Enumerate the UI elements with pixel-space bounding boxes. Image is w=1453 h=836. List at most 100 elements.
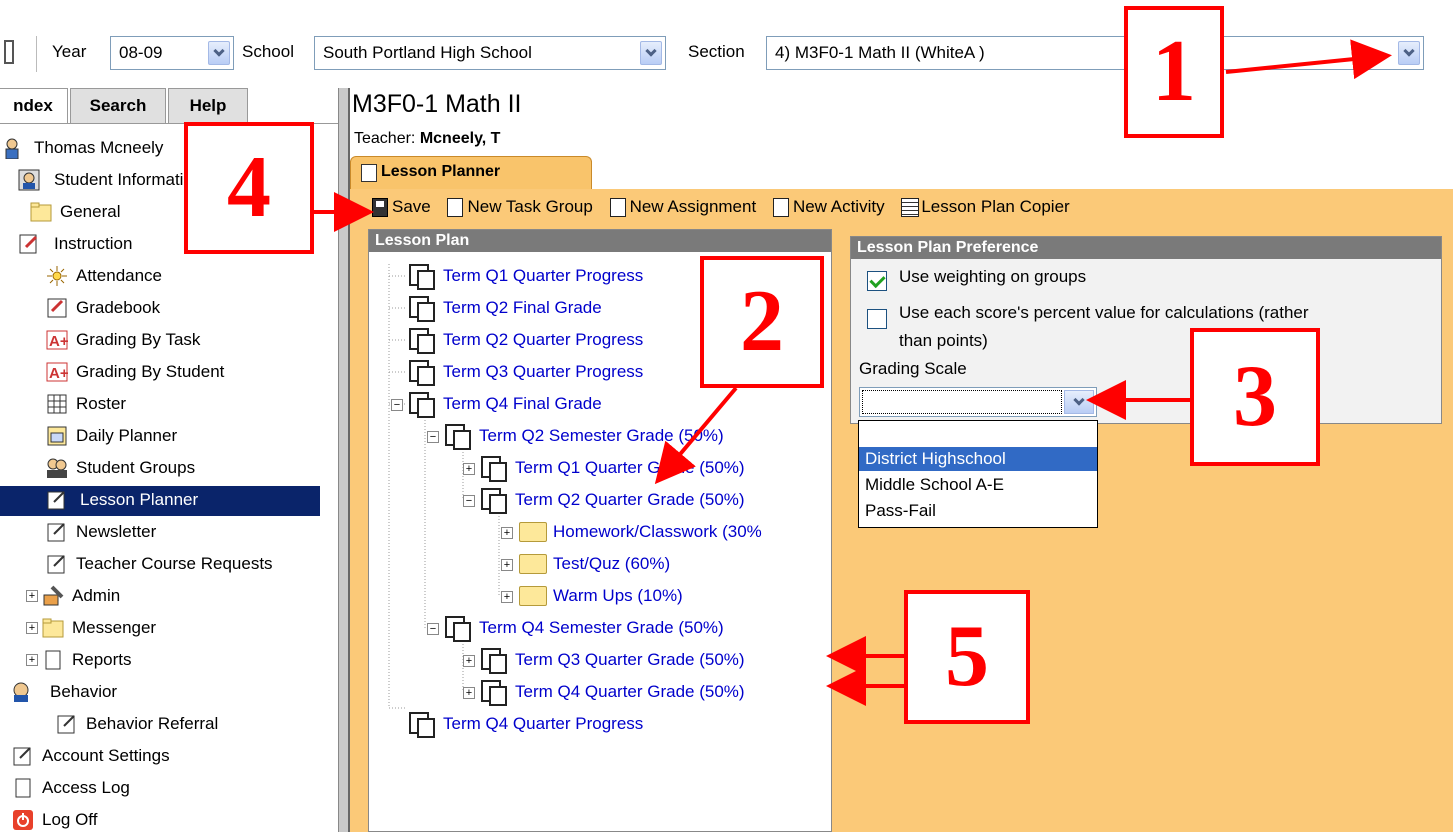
expand-icon[interactable]: + <box>463 655 475 667</box>
task-page-icon <box>409 296 435 322</box>
student-info-icon <box>18 169 40 191</box>
task-page-icon <box>409 392 435 418</box>
option-middle-school[interactable]: Middle School A-E <box>859 473 1097 497</box>
action-toolbar: Save New Task Group New Assignment New A… <box>370 197 1080 223</box>
grading-scale-select[interactable] <box>859 387 1097 417</box>
toolbar-divider <box>36 36 38 72</box>
page-title: M3F0-1 Math II <box>352 90 522 118</box>
chevron-down-icon[interactable] <box>208 41 230 65</box>
year-label: Year <box>52 42 87 61</box>
school-value: South Portland High School <box>323 43 532 62</box>
option-empty[interactable] <box>859 423 1097 447</box>
note-icon <box>46 489 68 511</box>
lesson-plan-header: Lesson Plan <box>369 230 831 252</box>
year-select[interactable]: 08-09 <box>110 36 234 70</box>
option-district-highschool[interactable]: District Highschool <box>859 447 1097 471</box>
tab-search[interactable]: Search <box>70 88 166 124</box>
instruction-icon <box>18 233 40 255</box>
collapse-icon[interactable]: − <box>463 495 475 507</box>
callout-5: 5 <box>904 590 1030 724</box>
sidebar-tabs: ndex Search Help <box>0 88 338 124</box>
collapse-icon[interactable]: − <box>427 431 439 443</box>
copy-icon <box>901 198 920 217</box>
person-icon <box>4 137 26 160</box>
callout-3: 3 <box>1190 328 1320 466</box>
page-icon <box>772 198 789 217</box>
lesson-plan-copier-button[interactable]: Lesson Plan Copier <box>899 197 1070 217</box>
task-page-icon <box>481 456 507 482</box>
grading-scale-dropdown: District Highschool Middle School A-E Pa… <box>858 420 1098 528</box>
task-page-icon <box>409 328 435 354</box>
tab-index[interactable]: ndex <box>0 88 68 124</box>
page-icon <box>42 649 64 671</box>
menu-icon[interactable] <box>4 40 14 64</box>
new-task-group-button[interactable]: New Task Group <box>445 197 593 217</box>
school-select[interactable]: South Portland High School <box>314 36 666 70</box>
gradebook-icon <box>46 297 68 319</box>
task-page-icon <box>409 264 435 290</box>
weighting-label: Use weighting on groups <box>899 267 1087 286</box>
tab-lesson-planner[interactable]: Lesson Planner <box>350 156 592 190</box>
folder-icon <box>519 554 547 574</box>
svg-text:A+: A+ <box>49 333 68 350</box>
expand-icon[interactable]: + <box>501 527 513 539</box>
save-icon <box>372 198 388 217</box>
note-icon <box>12 745 34 767</box>
expand-icon[interactable]: + <box>463 687 475 699</box>
callout-4: 4 <box>184 122 314 254</box>
calendar-icon <box>46 425 68 447</box>
section-value: 4) M3F0-1 Math II (WhiteA ) <box>775 43 985 62</box>
task-page-icon <box>445 424 471 450</box>
teacher-name: Mcneely, T <box>419 130 501 147</box>
task-page-icon <box>481 648 507 674</box>
callout-2: 2 <box>700 256 824 388</box>
grading-scale-label: Grading Scale <box>859 359 967 378</box>
grading-scale-value <box>862 390 1062 414</box>
pane-splitter[interactable] <box>338 88 350 832</box>
task-page-icon <box>409 360 435 386</box>
preference-header: Lesson Plan Preference <box>851 237 1441 259</box>
percent-value-checkbox[interactable] <box>867 309 887 329</box>
expand-icon[interactable]: + <box>501 591 513 603</box>
note-icon <box>361 164 377 182</box>
chevron-down-icon[interactable] <box>1064 390 1094 414</box>
folder-icon <box>30 201 52 223</box>
year-value: 08-09 <box>119 43 163 62</box>
tab-help[interactable]: Help <box>168 88 248 124</box>
behavior-icon <box>12 681 34 703</box>
callout-1: 1 <box>1124 6 1224 138</box>
page-icon <box>447 198 464 217</box>
section-select[interactable]: 4) M3F0-1 Math II (WhiteA ) <box>766 36 1424 70</box>
page-icon <box>609 198 626 217</box>
group-icon <box>46 457 68 479</box>
new-activity-button[interactable]: New Activity <box>771 197 885 217</box>
note-icon <box>46 553 68 575</box>
weighting-checkbox[interactable] <box>867 271 887 291</box>
chevron-down-icon[interactable] <box>640 41 662 65</box>
percent-value-label-line1: Use each score's percent value for calcu… <box>899 303 1309 322</box>
lesson-plan-preference-panel: Lesson Plan Preference Use weighting on … <box>850 236 1442 424</box>
folder-icon <box>519 522 547 542</box>
folder-icon <box>42 617 64 639</box>
task-page-icon <box>409 712 435 738</box>
collapse-icon[interactable]: − <box>427 623 439 635</box>
expand-icon[interactable]: + <box>26 622 38 634</box>
collapse-icon[interactable]: − <box>391 399 403 411</box>
top-toolbar: Year 08-09 School South Portland High Sc… <box>0 28 1453 88</box>
expand-icon[interactable]: + <box>463 463 475 475</box>
roster-icon <box>46 393 68 415</box>
grade-a-icon: A+ <box>46 361 69 383</box>
option-pass-fail[interactable]: Pass-Fail <box>859 499 1097 523</box>
save-button[interactable]: Save <box>370 197 431 217</box>
note-icon <box>46 521 68 543</box>
expand-icon[interactable]: + <box>26 654 38 666</box>
expand-icon[interactable]: + <box>26 590 38 602</box>
sidebar-item-lesson-planner[interactable]: Lesson Planner <box>0 486 320 516</box>
teacher-line: Teacher: Mcneely, T <box>354 130 501 147</box>
folder-icon <box>519 586 547 606</box>
new-assignment-button[interactable]: New Assignment <box>608 197 756 217</box>
task-page-icon <box>445 616 471 642</box>
expand-icon[interactable]: + <box>501 559 513 571</box>
page-icon <box>12 777 34 799</box>
chevron-down-icon[interactable] <box>1398 41 1420 65</box>
